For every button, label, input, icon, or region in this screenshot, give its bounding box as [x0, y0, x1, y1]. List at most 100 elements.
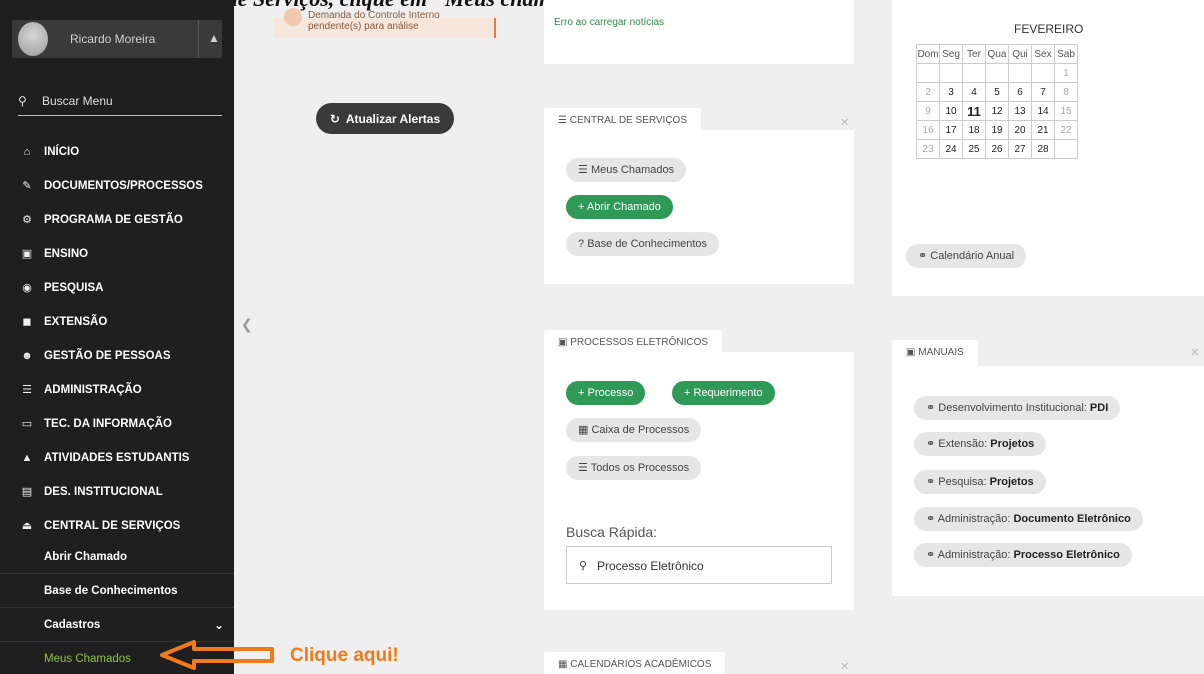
- calendar-day[interactable]: 14: [1031, 101, 1055, 121]
- sidebar-item-tec-informacao[interactable]: ▭ TEC. DA INFORMAÇÃO: [0, 407, 234, 441]
- sidebar-item-label: PESQUISA: [44, 282, 104, 294]
- card-title: CENTRAL DE SERVIÇOS: [569, 115, 688, 126]
- calendar-day[interactable]: 18: [962, 120, 986, 140]
- weekday: Qua: [985, 44, 1009, 64]
- manual-pesquisa-link[interactable]: ⚭ Pesquisa: Projetos: [914, 470, 1046, 494]
- calendar-day[interactable]: 17: [939, 120, 963, 140]
- abrir-chamado-button[interactable]: + Abrir Chamado: [566, 195, 673, 219]
- calendar-table: Dom Seg Ter Qua Qui Sex Sab 1 2 3 4 5 6 7 8 9 10 1…: [916, 44, 1078, 159]
- chevron-down-icon: ⌄: [214, 618, 225, 632]
- sidebar-item-label: ADMINISTRAÇÃO: [44, 384, 142, 396]
- calendar-day[interactable]: 24: [939, 139, 963, 159]
- manual-documento-link[interactable]: ⚭ Administração: Documento Eletrônico: [914, 507, 1143, 531]
- calendar-day[interactable]: 23: [916, 139, 940, 159]
- sidebar-item-programa-gestao[interactable]: ⚙ PROGRAMA DE GESTÃO: [0, 203, 234, 237]
- teaching-icon: ▣: [21, 248, 33, 260]
- calendario-anual-button[interactable]: ⚭ Calendário Anual: [906, 244, 1027, 268]
- calendar-day[interactable]: 4: [962, 82, 986, 102]
- sidebar-item-administracao[interactable]: ☰ ADMINISTRAÇÃO: [0, 373, 234, 407]
- calendar-day[interactable]: 27: [1008, 139, 1032, 159]
- sidebar-item-inicio[interactable]: ⌂ INÍCIO: [0, 135, 234, 169]
- submenu-base-conhecimentos[interactable]: Base de Conhecimentos: [0, 574, 234, 608]
- base-conhecimentos-button[interactable]: ? Base de Conhecimentos: [566, 232, 720, 256]
- sidebar-item-des-institucional[interactable]: ▤ DES. INSTITUCIONAL: [0, 475, 234, 509]
- submenu-cadastros[interactable]: Cadastros ⌄: [0, 608, 234, 642]
- user-icon[interactable]: ▲: [208, 31, 220, 45]
- busca-rapida-label: Busca Rápida:: [566, 524, 658, 540]
- calendar-day[interactable]: 1: [1054, 63, 1078, 83]
- manual-prefix: Pesquisa:: [938, 476, 990, 488]
- sidebar-item-ensino[interactable]: ▣ ENSINO: [0, 237, 234, 271]
- calendar-day[interactable]: 9: [916, 101, 940, 121]
- calendar-day[interactable]: 6: [1008, 82, 1032, 102]
- manual-pdi-link[interactable]: ⚭ Desenvolvimento Institucional: PDI: [914, 396, 1121, 420]
- calendar-day[interactable]: 7: [1031, 82, 1055, 102]
- calendar-day[interactable]: 13: [1008, 101, 1032, 121]
- search-icon: ⚲: [18, 94, 27, 108]
- search-input[interactable]: Buscar Menu: [42, 94, 113, 108]
- submenu-abrir-chamado[interactable]: Abrir Chamado: [0, 540, 234, 574]
- calendar-day[interactable]: 19: [985, 120, 1009, 140]
- sidebar-item-label: ATIVIDADES ESTUDANTIS: [44, 452, 190, 464]
- calendar-day[interactable]: 3: [939, 82, 963, 102]
- sidebar-item-documentos[interactable]: ✎ DOCUMENTOS/PROCESSOS: [0, 169, 234, 203]
- todos-processos-button[interactable]: ☰ Todos os Processos: [566, 456, 702, 480]
- calendar-day[interactable]: 5: [985, 82, 1009, 102]
- manual-extensao-link[interactable]: ⚭ Extensão: Projetos: [914, 432, 1047, 456]
- file-icon: ▣: [558, 337, 568, 348]
- calendar-day[interactable]: 22: [1054, 120, 1078, 140]
- calendar-icon: ▦: [558, 659, 568, 670]
- sidebar-item-extensao[interactable]: ◼ EXTENSÃO: [0, 305, 234, 339]
- sidebar-item-label: CENTRAL DE SERVIÇOS: [44, 520, 181, 532]
- sidebar-item-gestao-pessoas[interactable]: ☻ GESTÃO DE PESSOAS: [0, 339, 234, 373]
- submenu-cadastros-label: Cadastros: [44, 619, 101, 631]
- calendar-day[interactable]: 21: [1031, 120, 1055, 140]
- calendar-day[interactable]: 25: [962, 139, 986, 159]
- annotation-text: Clique aqui!: [290, 645, 399, 666]
- novo-requerimento-button[interactable]: + Requerimento: [672, 381, 775, 405]
- calendar-day[interactable]: 11: [962, 101, 986, 121]
- calendar-day[interactable]: 26: [985, 139, 1009, 159]
- refresh-alerts-button[interactable]: ↻ Atualizar Alertas: [316, 103, 454, 134]
- collapse-sidebar-icon[interactable]: ❮: [241, 316, 253, 333]
- sidebar-item-atividades-estudantis[interactable]: ▲ ATIVIDADES ESTUDANTIS: [0, 441, 234, 475]
- sidebar-item-pesquisa[interactable]: ◉ PESQUISA: [0, 271, 234, 305]
- calendar-day[interactable]: 16: [916, 120, 940, 140]
- meus-chamados-button[interactable]: ☰ Meus Chamados: [566, 158, 687, 182]
- link-icon: ⚭: [918, 250, 928, 262]
- busca-rapida-input[interactable]: ⚲ Processo Eletrônico: [566, 546, 832, 584]
- calendar-day[interactable]: 20: [1008, 120, 1032, 140]
- menu-search[interactable]: ⚲ Buscar Menu: [18, 92, 222, 116]
- button-label: Base de Conhecimentos: [587, 238, 708, 250]
- inbox-icon: ▦: [578, 424, 589, 436]
- novo-processo-button[interactable]: + Processo: [566, 381, 646, 405]
- user-box[interactable]: Ricardo Moreira ▲: [12, 20, 222, 58]
- link-icon: ⚭: [926, 438, 936, 450]
- calendar-day[interactable]: 8: [1054, 82, 1078, 102]
- calendar-day[interactable]: 10: [939, 101, 963, 121]
- close-icon[interactable]: ✕: [840, 660, 849, 673]
- button-label: Calendário Anual: [930, 250, 1015, 262]
- manual-prefix: Administração:: [937, 513, 1014, 525]
- chart-icon: ▤: [21, 486, 33, 498]
- caixa-processos-button[interactable]: ▦ Caixa de Processos: [566, 418, 702, 442]
- close-icon[interactable]: ✕: [1190, 346, 1199, 359]
- sidebar-item-label: INÍCIO: [44, 146, 80, 158]
- close-icon[interactable]: ✕: [840, 116, 849, 129]
- calendar-day[interactable]: 2: [916, 82, 940, 102]
- manuais-card: ▣ MANUAIS ✕ ⚭ Desenvolvimento Institucio…: [892, 340, 1204, 596]
- manual-processo-link[interactable]: ⚭ Administração: Processo Eletrônico: [914, 543, 1132, 567]
- briefcase-icon: ◼: [22, 316, 32, 328]
- calendar-day[interactable]: 12: [985, 101, 1009, 121]
- calendar-day: [1008, 63, 1032, 83]
- plus-icon: +: [684, 387, 691, 399]
- button-label: Caixa de Processos: [591, 424, 690, 436]
- alert-box[interactable]: Demanda do Controle Interno pendente(s) …: [274, 8, 496, 38]
- calendar-day[interactable]: 15: [1054, 101, 1078, 121]
- eject-icon: ⏏: [21, 520, 33, 532]
- button-label: Processo: [587, 387, 634, 399]
- user-separator: [198, 20, 199, 58]
- sidebar-item-central-servicos[interactable]: ⏏ CENTRAL DE SERVIÇOS: [0, 509, 234, 543]
- weekday: Sex: [1031, 44, 1055, 64]
- calendar-day[interactable]: 28: [1031, 139, 1055, 159]
